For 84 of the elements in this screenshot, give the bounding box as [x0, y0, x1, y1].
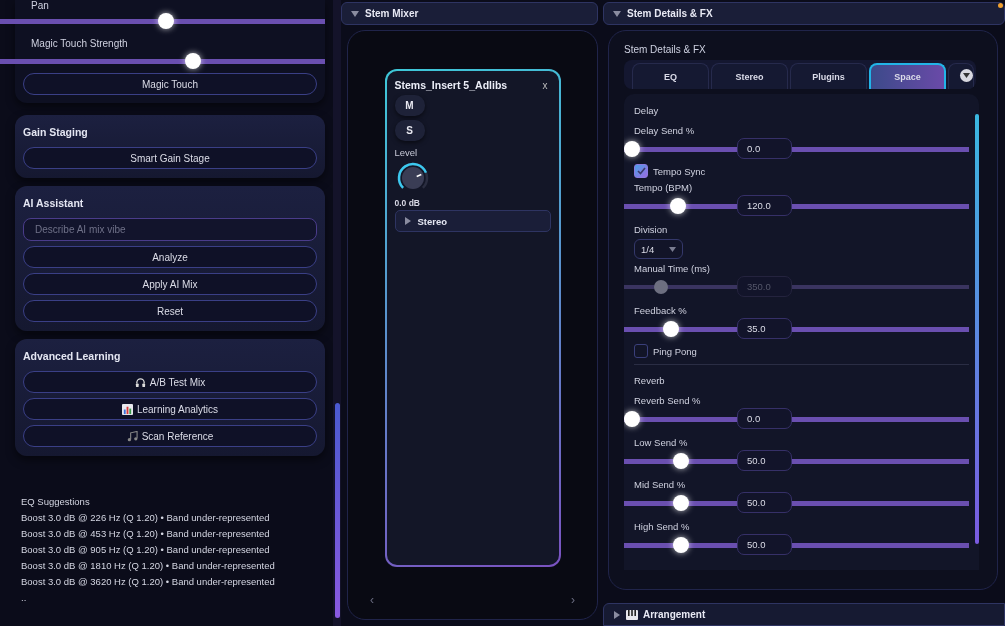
channel-name: Stems_Insert 5_Adlibs [394, 79, 508, 91]
caret-icon [963, 73, 970, 78]
slider-label: Delay Send % [633, 124, 696, 138]
section-heading: Delay [633, 105, 660, 116]
eq-suggestion: Boost 3.0 dB @ 453 Hz (Q 1.20) • Band under-represented [21, 527, 271, 541]
slider-thumb[interactable] [624, 411, 640, 427]
collapse-icon[interactable] [351, 9, 359, 18]
value-field[interactable]: 0.0 [737, 138, 792, 159]
eq-suggestion: Boost 3.0 dB @ 3620 Hz (Q 1.20) • Band under-represented [21, 575, 276, 589]
slider-thumb[interactable] [157, 13, 174, 29]
card-title: AI Assistant [23, 197, 85, 209]
tab[interactable]: Plugins [790, 63, 867, 89]
select-label: Division [633, 223, 669, 237]
headphones-icon [134, 376, 146, 388]
magic-touch-button[interactable]: Magic Touch [23, 73, 317, 95]
scrollbar[interactable] [333, 0, 341, 626]
panel-header[interactable]: Stem Mixer [341, 2, 598, 25]
card-title: Advanced Learning [23, 350, 122, 362]
action-button[interactable]: Learning Analytics [23, 398, 317, 420]
checkbox[interactable] [634, 164, 648, 178]
mute-button[interactable]: M [394, 95, 425, 116]
bar-chart-icon [121, 403, 133, 415]
checkbox-label: Tempo Sync [653, 165, 706, 177]
caret-icon [669, 246, 676, 252]
action-button[interactable]: Scan Reference [23, 425, 317, 447]
tab[interactable]: Space [869, 63, 946, 89]
value-field[interactable]: 0.0 [737, 408, 792, 429]
division-dropdown[interactable]: 1/4 [634, 239, 683, 259]
slider-thumb[interactable] [673, 537, 690, 553]
value-field[interactable]: 50.0 [737, 450, 792, 471]
slider-label: Feedback % [633, 304, 688, 318]
piano-icon [626, 609, 638, 620]
music-note-icon [126, 430, 138, 442]
checkbox-label: Ping Pong [653, 345, 697, 357]
action-button[interactable]: A/B Test Mix [23, 371, 317, 393]
checkbox[interactable] [634, 344, 648, 358]
eq-suggestion: Boost 3.0 dB @ 1810 Hz (Q 1.20) • Band under-represented [21, 559, 276, 573]
slider-label: Manual Time (ms) [633, 262, 711, 276]
value-field[interactable]: 35.0 [737, 318, 792, 339]
prompt-input-field[interactable]: Describe AI mix vibe [23, 218, 317, 241]
more-indicator: .. [21, 591, 28, 605]
slider-label: Pan [31, 0, 50, 12]
value-field[interactable]: 50.0 [737, 534, 792, 555]
value-field[interactable]: 120.0 [737, 195, 792, 216]
action-button[interactable]: Apply AI Mix [23, 273, 317, 295]
slider-label: Magic Touch Strength [31, 38, 129, 50]
stereo-expander[interactable]: Stereo [394, 210, 551, 232]
expand-icon[interactable] [613, 610, 621, 619]
section-label: EQ Suggestions [21, 495, 91, 509]
nav-arrow[interactable]: › [571, 593, 575, 607]
solo-button[interactable]: S [394, 120, 425, 141]
collapse-icon[interactable] [613, 9, 621, 18]
section-title: Stem Details & FX [624, 44, 707, 55]
card-title: Gain Staging [23, 126, 89, 138]
slider-thumb[interactable] [673, 495, 690, 511]
eq-suggestion: Boost 3.0 dB @ 905 Hz (Q 1.20) • Band under-represented [21, 543, 271, 557]
dropdown-value: 1/4 [641, 243, 655, 255]
panel-header[interactable]: Stem Details & FX [603, 2, 1005, 25]
slider-thumb[interactable] [663, 321, 680, 337]
tab[interactable]: EQ [632, 63, 709, 89]
slider-thumb[interactable] [185, 53, 202, 69]
panel-header[interactable]: Arrangement [603, 603, 1005, 626]
slider-label: Reverb Send % [633, 394, 702, 408]
expand-icon[interactable] [403, 217, 412, 225]
action-button[interactable]: Smart Gain Stage [23, 147, 317, 169]
slider-thumb[interactable] [624, 141, 640, 157]
nav-arrow[interactable]: ‹ [370, 593, 374, 607]
action-button[interactable]: Analyze [23, 246, 317, 268]
level-label: Level [394, 147, 419, 158]
eq-suggestion: Boost 3.0 dB @ 226 Hz (Q 1.20) • Band under-represented [21, 511, 271, 525]
slider-label: Low Send % [633, 436, 689, 450]
level-reading: 0.0 dB [394, 198, 421, 208]
status-dot [998, 3, 1003, 8]
tab[interactable]: Stereo [711, 63, 788, 89]
slider-label: Mid Send % [633, 478, 687, 492]
slider-label: Tempo (BPM) [633, 181, 694, 195]
slider-label: High Send % [633, 520, 691, 534]
slider-thumb[interactable] [670, 198, 687, 214]
action-button[interactable]: Reset [23, 300, 317, 322]
value-field[interactable]: 50.0 [737, 492, 792, 513]
checkmark-icon [636, 167, 646, 175]
section-heading: Reverb [634, 364, 969, 386]
close-button[interactable]: x [542, 79, 551, 91]
slider-thumb[interactable] [673, 453, 690, 469]
